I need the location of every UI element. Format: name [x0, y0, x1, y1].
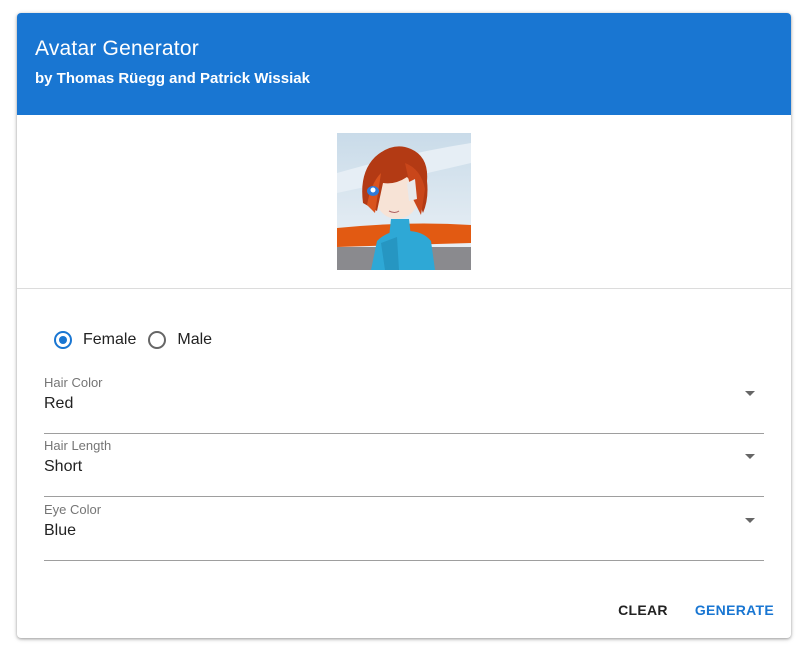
- eye-color-select[interactable]: Eye Color Blue: [44, 502, 764, 561]
- page-subtitle: by Thomas Rüegg and Patrick Wissiak: [35, 70, 310, 87]
- gender-radio-group: Female Male: [54, 328, 224, 352]
- hair-color-select[interactable]: Hair Color Red: [44, 375, 764, 434]
- eye-color-label: Eye Color: [44, 502, 102, 517]
- radio-female[interactable]: Female: [54, 331, 136, 349]
- dropdown-arrow-icon[interactable]: [745, 518, 755, 523]
- card-actions: CLEAR GENERATE: [618, 602, 774, 618]
- radio-male[interactable]: Male: [148, 331, 212, 349]
- generate-button[interactable]: GENERATE: [695, 602, 774, 618]
- card-header: Avatar Generator by Thomas Rüegg and Pat…: [17, 13, 791, 115]
- eye-color-value: Blue: [44, 522, 77, 539]
- avatar-preview-area: [17, 115, 791, 289]
- clear-button[interactable]: CLEAR: [618, 602, 668, 618]
- radio-unchecked-icon[interactable]: [148, 331, 167, 349]
- hair-length-label: Hair Length: [44, 438, 112, 453]
- avatar-image: [337, 133, 471, 270]
- hair-length-select[interactable]: Hair Length Short: [44, 438, 764, 497]
- dropdown-arrow-icon[interactable]: [745, 391, 755, 396]
- radio-label-female: Female: [83, 331, 137, 348]
- radio-checked-icon[interactable]: [54, 331, 72, 349]
- hair-color-label: Hair Color: [44, 375, 103, 390]
- dropdown-arrow-icon[interactable]: [745, 454, 755, 459]
- hair-length-value: Short: [44, 458, 83, 475]
- page-title: Avatar Generator: [35, 37, 199, 60]
- avatar-generator-card: Avatar Generator by Thomas Rüegg and Pat…: [17, 13, 791, 638]
- hair-color-value: Red: [44, 395, 74, 412]
- radio-label-male: Male: [177, 331, 213, 348]
